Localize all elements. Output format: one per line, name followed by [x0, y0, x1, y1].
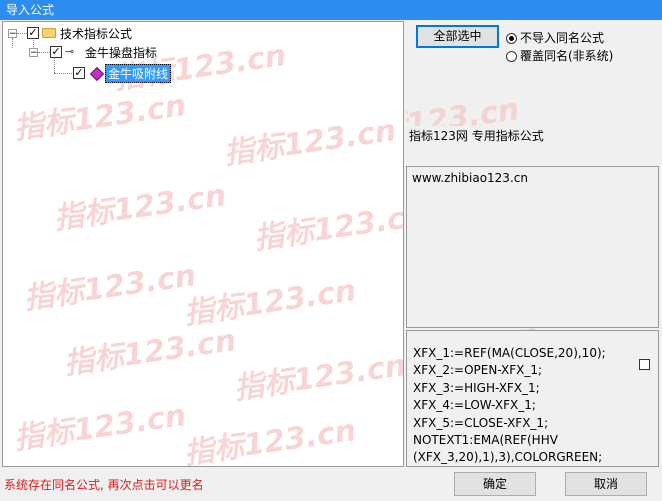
status-message: 系统存在同名公式, 再次点击可以更名: [4, 478, 204, 492]
code-line: XFX_3:=HIGH-XFX_1;: [413, 380, 540, 395]
collapse-toggle[interactable]: −: [29, 48, 38, 58]
tree-connector: [54, 73, 72, 74]
select-all-button[interactable]: 全部选中: [416, 25, 499, 48]
option-skip-duplicate[interactable]: 不导入同名公式: [506, 31, 646, 45]
tree-connector: [38, 52, 50, 53]
formula-source-box[interactable]: XFX_1:=REF(MA(CLOSE,20),10); XFX_2:=OPEN…: [406, 330, 659, 467]
watermark: 指标123.cn: [181, 413, 359, 467]
tree-item-label-selected[interactable]: 金牛吸附线: [105, 64, 172, 83]
radio-overwrite-duplicate[interactable]: [506, 51, 517, 62]
watermark: 指标123.cn: [221, 113, 399, 172]
code-line: XFX_5:=CLOSE-XFX_1;: [413, 415, 549, 430]
formula-description: 指标123网 专用指标公式: [406, 126, 659, 164]
watermark: 指标123.cn: [251, 198, 404, 257]
tree-item-label[interactable]: 技术指标公式: [60, 25, 132, 42]
radio-label: 覆盖同名(非系统): [520, 49, 614, 63]
formula-notes-box[interactable]: www.zhibiao123.cn: [406, 166, 659, 328]
watermark: 指标123.cn: [51, 178, 229, 237]
tree-connector: [54, 58, 55, 73]
tree-connector: [12, 38, 13, 48]
code-line: XFX_4:=LOW-XFX_1;: [413, 398, 536, 413]
code-line: XFX_2:=OPEN-XFX_1;: [413, 363, 543, 378]
tree-connector: [17, 33, 27, 34]
code-line: (XFX_3,20),1),3),COLORGREEN;: [413, 450, 603, 465]
wrap-checkbox[interactable]: [639, 359, 650, 370]
watermark: 指标123.cn: [21, 258, 199, 317]
radio-skip-duplicate[interactable]: [506, 33, 517, 44]
code-line: XFX_1:=REF(MA(CLOSE,20),10);: [413, 346, 606, 360]
watermark: 指标123.cn: [11, 398, 189, 457]
collapse-toggle[interactable]: −: [8, 29, 17, 39]
option-overwrite-duplicate[interactable]: 覆盖同名(非系统): [506, 49, 656, 63]
import-formula-dialog: 导入公式 指标123.cn 指标123.cn 指标123.cn 指标123.cn…: [0, 0, 662, 501]
diamond-icon: [89, 66, 105, 82]
checkbox-jinniu-trading[interactable]: ✓: [50, 46, 62, 58]
watermark: 指标123.cn: [231, 348, 404, 407]
description-text: 指标123网 专用指标公式: [409, 129, 544, 143]
checkbox-technical-indicators[interactable]: ✓: [27, 27, 39, 39]
watermark: 指标123.cn: [181, 273, 359, 332]
formula-source-code: XFX_1:=REF(MA(CLOSE,20),10); XFX_2:=OPEN…: [413, 345, 606, 467]
checkbox-jinniu-adsorption[interactable]: ✓: [73, 67, 85, 79]
folder-icon: [42, 28, 56, 38]
key-icon: ⊸: [65, 45, 75, 58]
formula-tree[interactable]: 指标123.cn 指标123.cn 指标123.cn 指标123.cn 指标12…: [2, 21, 404, 467]
cancel-button[interactable]: 取消: [565, 472, 647, 496]
website-url: www.zhibiao123.cn: [412, 171, 528, 185]
radio-label: 不导入同名公式: [520, 31, 605, 45]
watermark: 指标123.cn: [61, 323, 239, 382]
code-line: NOTEXT1:EMA(REF(HHV: [413, 433, 558, 448]
tree-item-label[interactable]: 金牛操盘指标: [85, 44, 157, 61]
watermark: 指标123.cn: [11, 88, 189, 147]
window-title: 导入公式: [0, 0, 662, 20]
ok-button[interactable]: 确定: [454, 472, 536, 496]
